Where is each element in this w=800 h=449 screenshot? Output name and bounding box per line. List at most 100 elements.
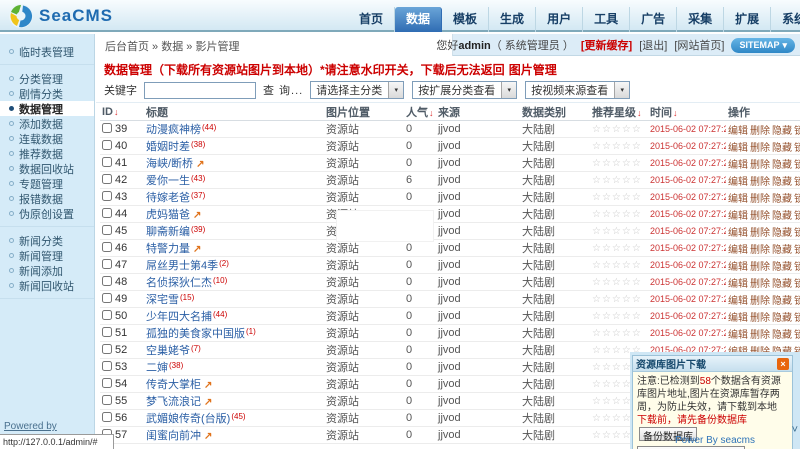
nav-tab[interactable]: 生成 xyxy=(489,7,536,32)
hide-link[interactable]: 隐藏 xyxy=(772,313,792,324)
column-header[interactable]: ID↓ xyxy=(100,104,144,121)
row-title-link[interactable]: 特警力量 xyxy=(146,243,190,255)
hide-link[interactable]: 隐藏 xyxy=(772,177,792,188)
star-rating[interactable]: ☆☆☆☆☆ xyxy=(592,260,642,271)
nav-tab[interactable]: 模板 xyxy=(442,7,489,32)
delete-link[interactable]: 删除 xyxy=(750,296,770,307)
edit-link[interactable]: 编辑 xyxy=(728,313,748,324)
row-title-link[interactable]: 传奇大掌柜 xyxy=(146,379,201,391)
sidebar-item[interactable]: 专题管理 xyxy=(0,176,94,191)
row-title-link[interactable]: 婚姻时差 xyxy=(146,141,190,153)
row-checkbox[interactable] xyxy=(102,293,112,303)
delete-link[interactable]: 删除 xyxy=(750,126,770,137)
hide-link[interactable]: 隐藏 xyxy=(772,262,792,273)
delete-link[interactable]: 删除 xyxy=(750,211,770,222)
site-home-link[interactable]: [网站首页] xyxy=(674,37,724,53)
row-checkbox[interactable] xyxy=(102,361,112,371)
hide-link[interactable]: 隐藏 xyxy=(772,296,792,307)
lock-link[interactable]: 锁定 xyxy=(794,194,800,205)
hide-link[interactable]: 隐藏 xyxy=(772,126,792,137)
nav-tab[interactable]: 采集 xyxy=(677,7,724,32)
star-rating[interactable]: ☆☆☆☆☆ xyxy=(592,294,642,305)
edit-link[interactable]: 编辑 xyxy=(728,262,748,273)
hide-link[interactable]: 隐藏 xyxy=(772,279,792,290)
hide-link[interactable]: 隐藏 xyxy=(772,228,792,239)
edit-link[interactable]: 编辑 xyxy=(728,296,748,307)
row-checkbox[interactable] xyxy=(102,140,112,150)
delete-link[interactable]: 删除 xyxy=(750,313,770,324)
star-rating[interactable]: ☆☆☆☆☆ xyxy=(592,328,642,339)
column-header[interactable]: 标题 xyxy=(144,104,324,121)
row-title-link[interactable]: 武媚娘传奇(台版) xyxy=(146,413,230,425)
lock-link[interactable]: 锁定 xyxy=(794,262,800,273)
star-rating[interactable]: ☆☆☆☆☆ xyxy=(592,226,642,237)
row-title-link[interactable]: 虎妈猫爸 xyxy=(146,209,190,221)
row-checkbox[interactable] xyxy=(102,276,112,286)
star-rating[interactable]: ☆☆☆☆☆ xyxy=(592,175,642,186)
star-rating[interactable]: ☆☆☆☆☆ xyxy=(592,311,642,322)
row-checkbox[interactable] xyxy=(102,259,112,269)
edit-link[interactable]: 编辑 xyxy=(728,126,748,137)
scroll-down-icon[interactable]: ˅ xyxy=(792,424,798,436)
delete-link[interactable]: 删除 xyxy=(750,279,770,290)
sidebar-item[interactable]: 推荐数据 xyxy=(0,146,94,161)
row-checkbox[interactable] xyxy=(102,310,112,320)
lock-link[interactable]: 锁定 xyxy=(794,211,800,222)
star-rating[interactable]: ☆☆☆☆☆ xyxy=(592,192,642,203)
column-header[interactable]: 推荐星级↓ xyxy=(590,104,648,121)
sidebar-item[interactable]: 伪原创设置 xyxy=(0,206,94,221)
edit-link[interactable]: 编辑 xyxy=(728,211,748,222)
sidebar-item[interactable]: 临时表管理 xyxy=(0,44,94,59)
row-title-link[interactable]: 少年四大名捕 xyxy=(146,311,212,323)
seacms-logo[interactable]: SeaCMS xyxy=(8,3,113,29)
lock-link[interactable]: 锁定 xyxy=(794,228,800,239)
row-checkbox[interactable] xyxy=(102,242,112,252)
nav-tab[interactable]: 扩展 xyxy=(724,7,771,32)
hide-link[interactable]: 隐藏 xyxy=(772,245,792,256)
row-title-link[interactable]: 爱你一生 xyxy=(146,175,190,187)
row-checkbox[interactable] xyxy=(102,225,112,235)
lock-link[interactable]: 锁定 xyxy=(794,245,800,256)
edit-link[interactable]: 编辑 xyxy=(728,160,748,171)
star-rating[interactable]: ☆☆☆☆☆ xyxy=(592,141,642,152)
row-checkbox[interactable] xyxy=(102,412,112,422)
filter-select[interactable]: 按扩展分类查看 ▾ xyxy=(412,81,517,99)
edit-link[interactable]: 编辑 xyxy=(728,143,748,154)
delete-link[interactable]: 删除 xyxy=(750,262,770,273)
query-button[interactable]: 查 询... xyxy=(263,82,303,98)
edit-link[interactable]: 编辑 xyxy=(728,177,748,188)
edit-link[interactable]: 编辑 xyxy=(728,194,748,205)
nav-tab[interactable]: 首页 xyxy=(348,7,395,32)
star-rating[interactable]: ☆☆☆☆☆ xyxy=(592,158,642,169)
star-rating[interactable]: ☆☆☆☆☆ xyxy=(592,209,642,220)
delete-link[interactable]: 删除 xyxy=(750,245,770,256)
row-title-link[interactable]: 海峡/断桥 xyxy=(146,158,193,170)
update-cache-link[interactable]: [更新缓存] xyxy=(581,37,632,53)
lock-link[interactable]: 锁定 xyxy=(794,177,800,188)
sidebar-item[interactable]: 新闻添加 xyxy=(0,263,94,278)
hide-link[interactable]: 隐藏 xyxy=(772,211,792,222)
star-rating[interactable]: ☆☆☆☆☆ xyxy=(592,277,642,288)
sidebar-item[interactable]: 连载数据 xyxy=(0,131,94,146)
nav-tab[interactable]: 广告 xyxy=(630,7,677,32)
sidebar-item[interactable]: 新闻回收站 xyxy=(0,278,94,293)
edit-link[interactable]: 编辑 xyxy=(728,245,748,256)
nav-tab[interactable]: 系统 xyxy=(771,7,800,32)
row-checkbox[interactable] xyxy=(102,191,112,201)
sidebar-item[interactable]: 报错数据 xyxy=(0,191,94,206)
filter-select[interactable]: 按视频来源查看 ▾ xyxy=(525,81,630,99)
lock-link[interactable]: 锁定 xyxy=(794,330,800,341)
row-title-link[interactable]: 空巢姥爷 xyxy=(146,345,190,357)
delete-link[interactable]: 删除 xyxy=(750,160,770,171)
row-checkbox[interactable] xyxy=(102,395,112,405)
column-header[interactable]: 时间↓ xyxy=(648,104,726,121)
row-title-link[interactable]: 待嫁老爸 xyxy=(146,192,190,204)
lock-link[interactable]: 锁定 xyxy=(794,296,800,307)
nav-tab[interactable]: 用户 xyxy=(536,7,583,32)
sidebar-item[interactable]: 剧情分类 xyxy=(0,86,94,101)
delete-link[interactable]: 删除 xyxy=(750,194,770,205)
row-checkbox[interactable] xyxy=(102,157,112,167)
delete-link[interactable]: 删除 xyxy=(750,143,770,154)
hide-link[interactable]: 隐藏 xyxy=(772,194,792,205)
delete-link[interactable]: 删除 xyxy=(750,228,770,239)
